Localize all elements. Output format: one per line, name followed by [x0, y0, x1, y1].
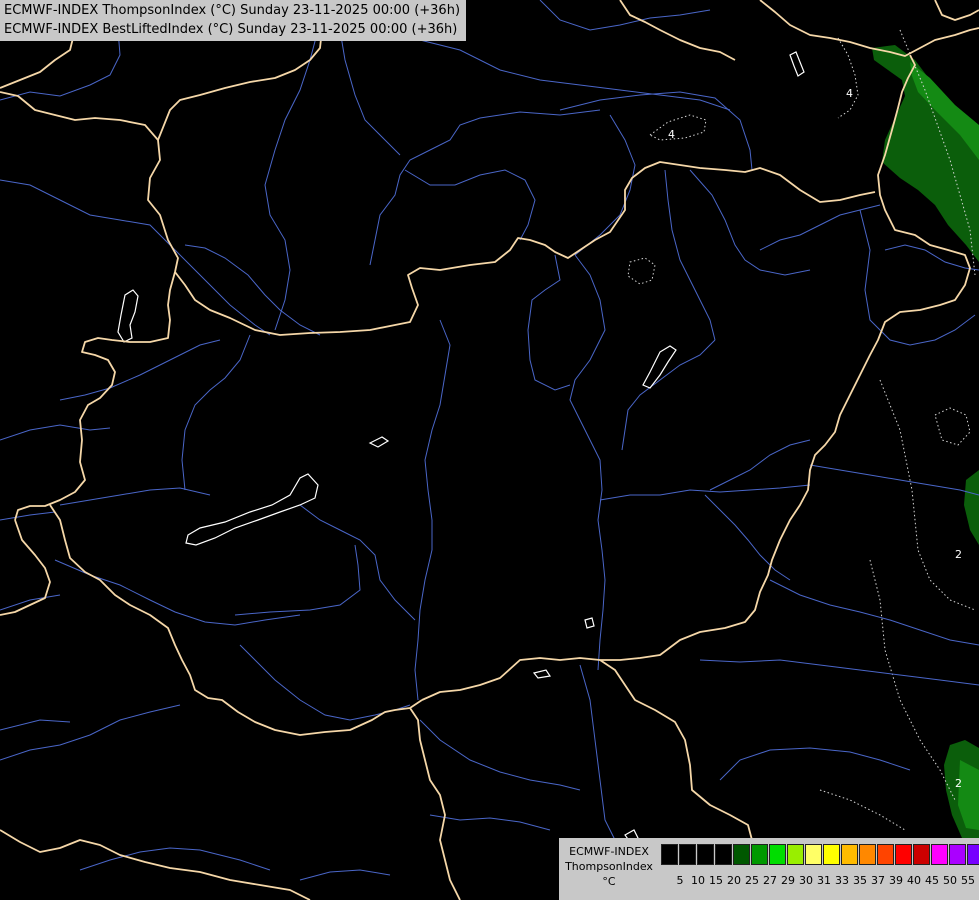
legend-tick-label: 50 [943, 874, 957, 887]
legend-swatch [949, 844, 966, 865]
legend-swatch [679, 844, 696, 865]
legend-swatch [697, 844, 714, 865]
legend-swatch [841, 844, 858, 865]
legend-tick-label: 5 [676, 874, 684, 887]
legend-swatch [769, 844, 786, 865]
legend-tick-label: 27 [763, 874, 777, 887]
legend-tick-label: 33 [835, 874, 849, 887]
legend-swatch [715, 844, 732, 865]
legend-swatch [787, 844, 804, 865]
legend-swatch [805, 844, 822, 865]
legend-swatch [733, 844, 750, 865]
legend-tick-label: 40 [907, 874, 921, 887]
legend-swatch [661, 844, 678, 865]
map-background [0, 0, 979, 900]
legend-tick-label: 25 [745, 874, 759, 887]
legend-ticks: 51015202527293031333537394045505560 [671, 874, 979, 887]
legend-swatches [661, 844, 979, 865]
legend-tick-label: 39 [889, 874, 903, 887]
contour-label: 4 [668, 128, 675, 141]
contour-label: 2 [955, 777, 962, 790]
legend-swatch [877, 844, 894, 865]
title-line-lifted: ECMWF-INDEX BestLiftedIndex (°C) Sunday … [4, 22, 458, 37]
legend-swatch [967, 844, 979, 865]
legend-tick-label: 35 [853, 874, 867, 887]
contour-label: 4 [846, 87, 853, 100]
legend-tick-label: 15 [709, 874, 723, 887]
legend-tick-label: 55 [961, 874, 975, 887]
legend-product: ECMWF-INDEX [569, 845, 649, 858]
color-legend: ECMWF-INDEX ThompsonIndex °C 5 10 15 20 25 27… [559, 838, 979, 900]
map-title: ECMWF-INDEX ThompsonIndex (°C) Sunday 23… [0, 0, 467, 41]
legend-tick-label: 10 [691, 874, 705, 887]
weather-map: 4 4 2 2 [0, 0, 979, 900]
legend-swatch [751, 844, 768, 865]
legend-tick-label: 30 [799, 874, 813, 887]
title-line-thompson: ECMWF-INDEX ThompsonIndex (°C) Sunday 23… [4, 3, 461, 18]
legend-label: ECMWF-INDEX ThompsonIndex °C [559, 844, 659, 889]
legend-parameter: ThompsonIndex [565, 860, 653, 873]
legend-unit: °C [602, 875, 616, 888]
legend-swatch [823, 844, 840, 865]
legend-swatch [913, 844, 930, 865]
legend-tick-label: 45 [925, 874, 939, 887]
legend-swatch [895, 844, 912, 865]
contour-label: 2 [955, 548, 962, 561]
legend-tick-label: 20 [727, 874, 741, 887]
legend-swatch [859, 844, 876, 865]
legend-tick-label: 37 [871, 874, 885, 887]
legend-swatch [931, 844, 948, 865]
legend-tick-label: 31 [817, 874, 831, 887]
legend-tick-label: 29 [781, 874, 795, 887]
